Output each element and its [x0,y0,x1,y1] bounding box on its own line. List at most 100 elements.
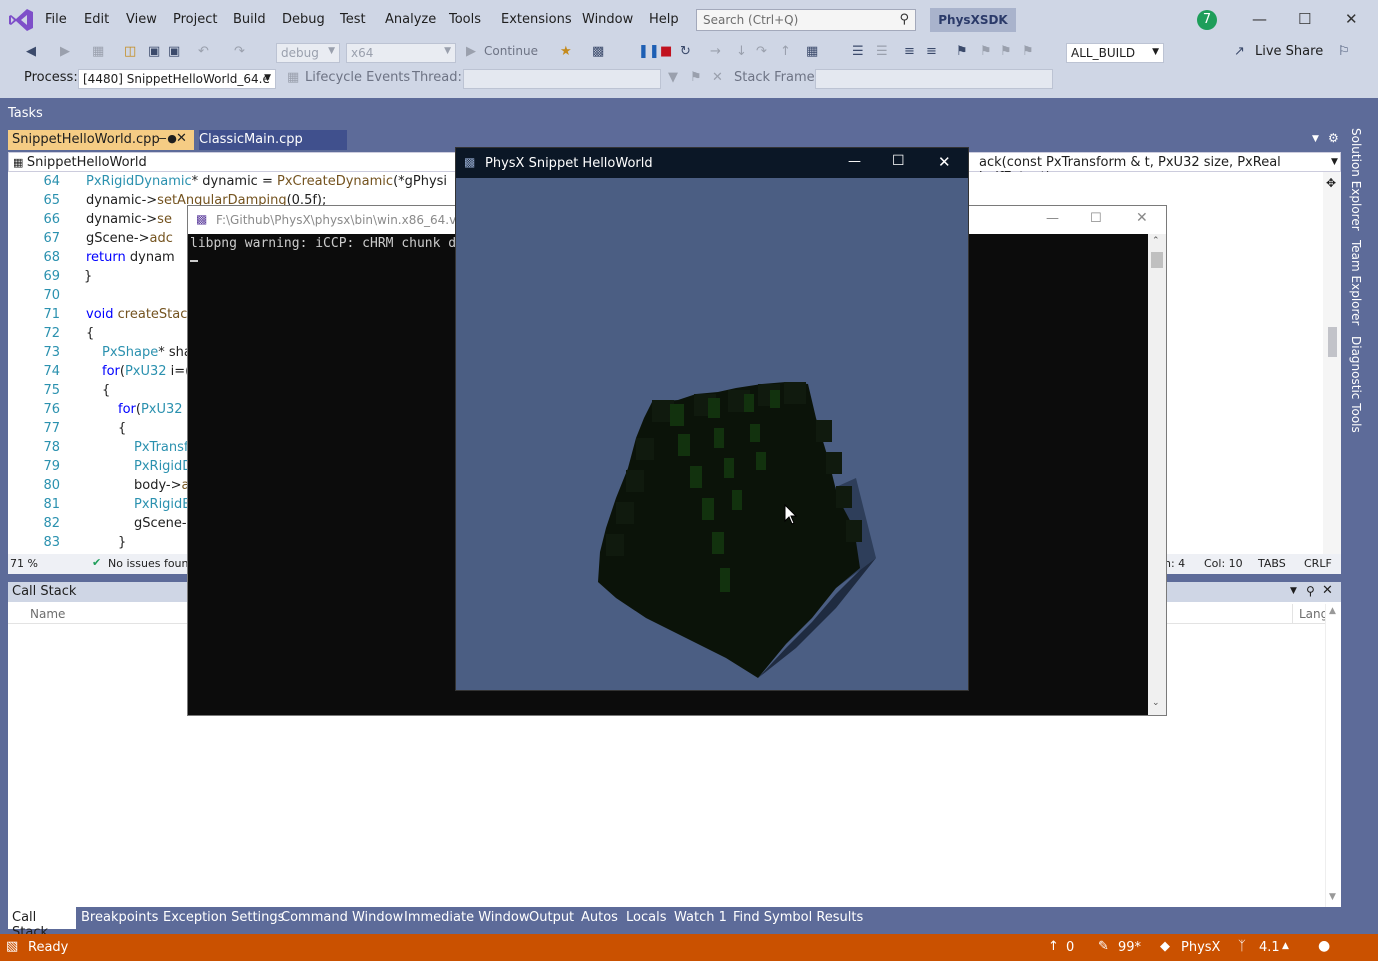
next-bookmark-icon[interactable]: ⚑ [1000,44,1012,59]
clear-flags-icon[interactable]: ✕ [712,70,723,85]
close-icon[interactable]: ✕ [1322,583,1333,598]
thread-combo[interactable] [463,69,661,89]
tab-snippet-hello-world[interactable]: SnippetHelloWorld.cpp −● ✕ [8,130,194,150]
tab-watch-1[interactable]: Watch 1 [670,907,731,929]
menu-tools[interactable]: Tools [449,12,481,27]
branch-name[interactable]: 4.1 [1259,940,1280,955]
format-icon[interactable]: ☰ [876,44,888,59]
close-tab-icon[interactable]: ✕ [176,131,187,146]
tab-immediate-window[interactable]: Immediate Window [400,907,533,929]
lifecycle-events-dropdown[interactable]: Lifecycle Events [305,70,410,85]
open-folder-icon[interactable]: ◫ [124,44,136,59]
hex-icon[interactable]: ▦ [806,44,818,59]
search-input[interactable]: Search (Ctrl+Q) ⚲ [696,9,916,31]
maximize-icon[interactable]: ☐ [1298,10,1311,28]
chevron-up-icon[interactable]: ▲ [1282,941,1289,951]
tab-command-window[interactable]: Command Window [277,907,407,929]
pin-icon[interactable]: −● [158,132,177,145]
back-icon[interactable]: ◀ [26,44,36,59]
new-project-icon[interactable]: ▦ [92,44,104,59]
tab-output[interactable]: Output [525,907,578,929]
live-share-button[interactable]: Live Share [1255,44,1323,59]
save-icon[interactable]: ▣ [148,44,160,59]
issues-status[interactable]: No issues found [108,557,195,570]
physx-window[interactable]: ▩ PhysX Snippet HelloWorld — ☐ ✕ [455,147,969,691]
clear-bookmark-icon[interactable]: ⚑ [1022,44,1034,59]
split-icon[interactable]: ✥ [1326,176,1336,190]
platform-combo[interactable]: x64 ▼ [346,43,456,63]
thread-icon[interactable]: ☰ [852,44,864,59]
menu-file[interactable]: File [45,12,67,27]
undo-icon[interactable]: ↶ [198,44,209,59]
editor-scrollbar[interactable]: ✥ [1323,172,1341,554]
menu-test[interactable]: Test [340,12,366,27]
console-scrollbar[interactable]: ⌃ ⌄ [1148,234,1166,715]
menu-window[interactable]: Window [582,12,633,27]
tab-call-stack[interactable]: Call Stack [8,907,76,940]
show-next-statement-icon[interactable]: → [710,44,721,59]
step-into-icon[interactable]: ↓ [736,44,747,59]
continue-icon[interactable]: ▶ [466,44,476,59]
chevron-down-icon[interactable]: ▼ [1290,586,1297,596]
stack-frame-combo[interactable] [815,69,1053,89]
tab-exception-settings[interactable]: Exception Settings [159,907,288,929]
filter-icon[interactable]: ▼ [668,70,678,85]
project-scope-combo[interactable]: ▦ SnippetHelloWorld [13,155,147,170]
scroll-down-icon[interactable]: ▼ [1329,892,1336,902]
minimize-icon[interactable]: — [1252,10,1267,28]
close-icon[interactable]: ✕ [1345,10,1358,28]
menu-analyze[interactable]: Analyze [385,12,436,27]
maximize-icon[interactable]: ☐ [892,153,905,169]
flag-icon[interactable]: ⚑ [690,70,702,85]
feedback-icon[interactable]: ⚐ [1338,44,1350,59]
push-count[interactable]: 0 [1066,940,1074,955]
physx-title-bar[interactable]: ▩ PhysX Snippet HelloWorld — ☐ ✕ [456,148,968,178]
restart-icon[interactable]: ↻ [680,44,691,59]
indent-mode[interactable]: TABS [1258,557,1286,570]
redo-icon[interactable]: ↷ [234,44,245,59]
tasks-label[interactable]: Tasks [8,106,43,121]
pencil-icon[interactable]: ✎ [1098,939,1109,954]
tab-dropdown-icon[interactable]: ▼ [1312,134,1319,144]
live-share-icon[interactable]: ↗ [1234,44,1245,59]
process-combo[interactable]: [4480] SnippetHelloWorld_64.e ▼ [78,69,276,89]
tab-find-symbol-results[interactable]: Find Symbol Results [729,907,867,929]
tab-breakpoints[interactable]: Breakpoints [77,907,162,929]
minimize-icon[interactable]: — [1046,211,1059,226]
minimize-icon[interactable]: — [848,154,861,169]
tab-solution-explorer[interactable]: Solution Explorer [1349,128,1363,231]
configuration-combo[interactable]: debug ▼ [276,43,340,63]
scroll-up-icon[interactable]: ▲ [1329,606,1336,616]
step-out-icon[interactable]: ↑ [780,44,791,59]
tab-team-explorer[interactable]: Team Explorer [1349,240,1363,326]
comment-icon[interactable]: ≡ [904,44,915,59]
menu-edit[interactable]: Edit [84,12,109,27]
save-all-icon[interactable]: ▣ [168,44,180,59]
menu-view[interactable]: View [126,12,157,27]
tab-classic-main[interactable]: ClassicMain.cpp [199,130,347,150]
maximize-icon[interactable]: ☐ [1090,211,1102,226]
screen-icon[interactable]: ▩ [592,44,604,59]
menu-debug[interactable]: Debug [282,12,325,27]
gear-icon[interactable]: ⚙ [1328,131,1339,145]
arrow-up-icon[interactable]: ↑ [1048,939,1059,954]
tab-locals[interactable]: Locals [622,907,670,929]
menu-extensions[interactable]: Extensions [501,12,572,27]
scroll-down-icon[interactable]: ⌄ [1152,698,1160,708]
repo-icon[interactable]: ◆ [1160,939,1170,954]
zoom-combo[interactable]: 71 % [10,557,38,570]
step-over-icon[interactable]: ↷ [756,44,767,59]
tab-autos[interactable]: Autos [577,907,622,929]
forward-icon[interactable]: ▶ [60,44,70,59]
physx-render-viewport[interactable] [456,178,968,690]
menu-build[interactable]: Build [233,12,266,27]
pause-icon[interactable]: ❚❚ [638,44,660,59]
column-language[interactable]: Lang [1299,607,1328,621]
column-divider[interactable] [1292,604,1293,624]
close-icon[interactable]: ✕ [1136,210,1148,226]
chevron-down-icon[interactable]: ▼ [1331,157,1338,167]
changes-count[interactable]: 99* [1118,940,1141,955]
repository-name[interactable]: PhysX [1181,940,1220,955]
avatar[interactable]: 7 [1197,10,1217,30]
branch-icon[interactable]: ᛉ [1238,939,1246,954]
